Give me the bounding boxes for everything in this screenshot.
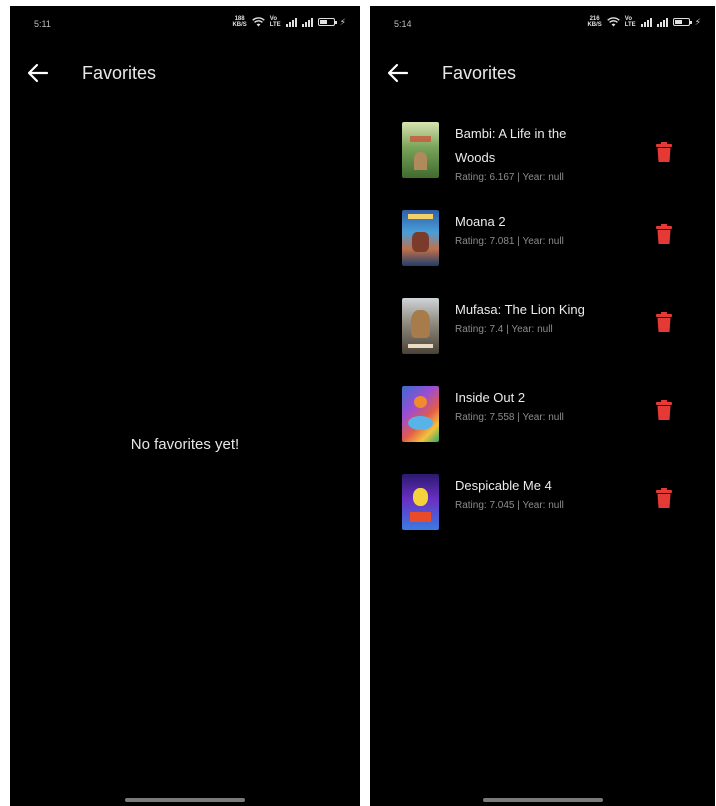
empty-state-message: No favorites yet!: [130, 436, 240, 453]
wifi-icon: [606, 17, 620, 27]
movie-info: Despicable Me 4 Rating: 7.045 | Year: nu…: [455, 474, 645, 511]
status-bar: 5:11 188 KB/S Vo LTE ⚡︎: [10, 6, 360, 42]
arrow-back-icon[interactable]: [26, 62, 50, 84]
status-bar: 5:14 216 KB/S Vo LTE ⚡︎: [370, 6, 715, 42]
battery-level: [319, 20, 328, 24]
signal-icon: [285, 17, 297, 27]
movie-info: Moana 2 Rating: 7.081 | Year: null: [455, 210, 645, 247]
movie-poster[interactable]: [402, 210, 439, 266]
battery-level: [674, 20, 683, 24]
network-speed: 216 KB/S: [587, 16, 602, 28]
bolt-icon: ⚡︎: [339, 16, 346, 27]
movie-info: Inside Out 2 Rating: 7.558 | Year: null: [455, 386, 645, 423]
volte-icon: Vo LTE: [624, 16, 636, 28]
movie-meta: Rating: 6.167 | Year: null: [455, 172, 564, 183]
movie-title: Moana 2: [455, 214, 506, 229]
movie-title: Inside Out 2: [455, 390, 526, 405]
arrow-back-icon[interactable]: [386, 62, 410, 84]
status-icons: 188 KB/S Vo LTE ⚡︎: [232, 16, 346, 28]
movie-title: Despicable Me 4: [455, 478, 552, 493]
movie-poster[interactable]: [402, 298, 439, 354]
app-bar: Favorites: [10, 56, 360, 90]
app-bar: Favorites: [370, 56, 715, 90]
status-icons: 216 KB/S Vo LTE ⚡︎: [587, 16, 701, 28]
favorites-screen-list: 5:14 216 KB/S Vo LTE ⚡︎ Favorites Bambi:…: [370, 6, 715, 806]
favorites-screen-empty: 5:11 188 KB/S Vo LTE ⚡︎ Favorites No fav…: [10, 6, 360, 806]
wifi-icon: [251, 17, 265, 27]
volte-icon: Vo LTE: [269, 16, 281, 28]
movie-meta: Rating: 7.081 | Year: null: [455, 236, 564, 247]
movie-poster[interactable]: [402, 386, 439, 442]
signal-icon: [656, 17, 668, 27]
page-title: Favorites: [442, 63, 517, 83]
signal-icon: [640, 17, 652, 27]
movie-poster[interactable]: [402, 122, 439, 178]
network-speed: 188 KB/S: [232, 16, 247, 28]
home-indicator[interactable]: [125, 798, 245, 802]
movie-info: Bambi: A Life in the Woods Rating: 6.167…: [455, 122, 645, 183]
home-indicator[interactable]: [482, 798, 603, 802]
movie-poster[interactable]: [402, 474, 439, 530]
page-title: Favorites: [82, 63, 157, 83]
list-item[interactable]: Mufasa: The Lion King Rating: 7.4 | Year…: [370, 292, 715, 380]
battery-icon: [317, 18, 337, 26]
list-item[interactable]: Inside Out 2 Rating: 7.558 | Year: null: [370, 380, 715, 468]
trash-icon[interactable]: [656, 312, 672, 332]
trash-icon[interactable]: [656, 224, 672, 244]
list-item[interactable]: Moana 2 Rating: 7.081 | Year: null: [370, 204, 715, 292]
trash-icon[interactable]: [656, 400, 672, 420]
movie-meta: Rating: 7.558 | Year: null: [455, 412, 564, 423]
list-item[interactable]: Bambi: A Life in the Woods Rating: 6.167…: [370, 116, 715, 204]
status-time: 5:11: [34, 19, 51, 29]
battery-icon: [672, 18, 692, 26]
list-item[interactable]: Despicable Me 4 Rating: 7.045 | Year: nu…: [370, 468, 715, 556]
movie-title: Bambi: A Life in the Woods: [455, 126, 567, 165]
signal-icon: [301, 17, 313, 27]
movie-info: Mufasa: The Lion King Rating: 7.4 | Year…: [455, 298, 645, 335]
status-time: 5:14: [394, 19, 412, 29]
trash-icon[interactable]: [656, 142, 672, 162]
movie-meta: Rating: 7.045 | Year: null: [455, 500, 564, 511]
trash-icon[interactable]: [656, 488, 672, 508]
movie-title: Mufasa: The Lion King: [455, 302, 585, 317]
bolt-icon: ⚡︎: [694, 16, 701, 27]
favorites-list: Bambi: A Life in the Woods Rating: 6.167…: [370, 116, 715, 556]
movie-meta: Rating: 7.4 | Year: null: [455, 324, 553, 335]
